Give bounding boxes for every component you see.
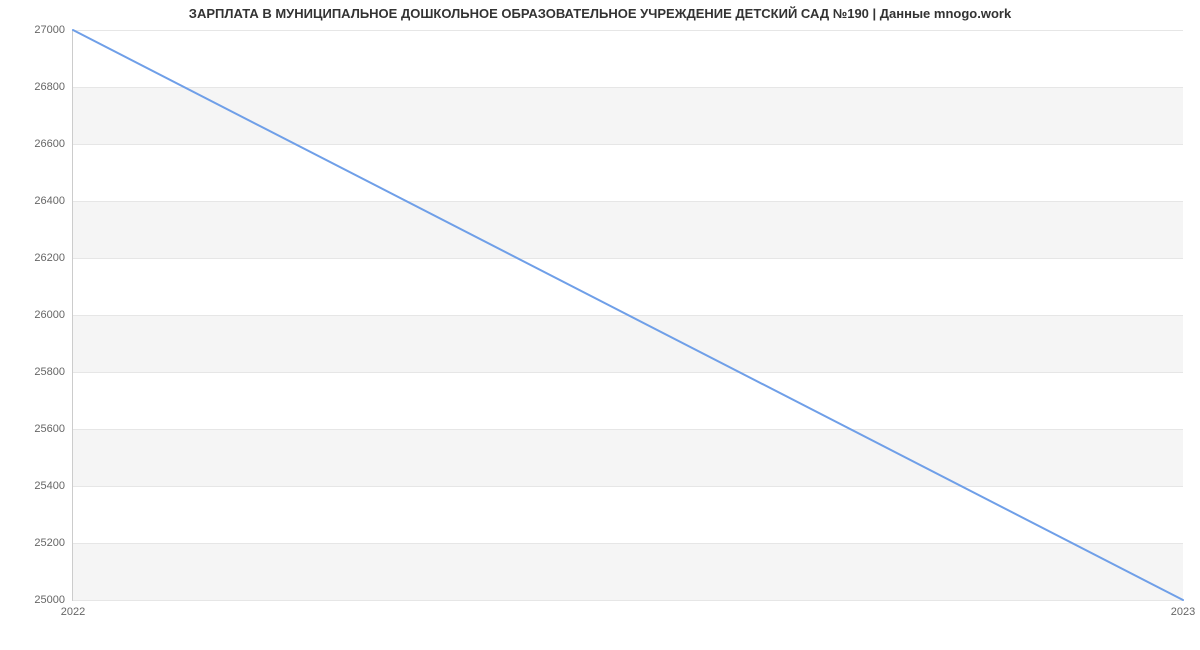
series-line	[73, 30, 1183, 600]
y-tick-label: 26400	[34, 195, 65, 207]
y-tick-label: 25200	[34, 537, 65, 549]
y-tick-label: 26000	[34, 309, 65, 321]
y-gridline	[73, 600, 1183, 601]
y-tick-label: 26200	[34, 252, 65, 264]
chart-container: ЗАРПЛАТА В МУНИЦИПАЛЬНОЕ ДОШКОЛЬНОЕ ОБРА…	[0, 0, 1200, 650]
x-tick-label: 2022	[61, 606, 85, 618]
y-tick-label: 26600	[34, 138, 65, 150]
y-tick-label: 25800	[34, 366, 65, 378]
y-tick-label: 27000	[34, 24, 65, 36]
y-tick-label: 25400	[34, 480, 65, 492]
y-tick-label: 25600	[34, 423, 65, 435]
y-tick-label: 26800	[34, 81, 65, 93]
y-tick-label: 25000	[34, 594, 65, 606]
chart-title: ЗАРПЛАТА В МУНИЦИПАЛЬНОЕ ДОШКОЛЬНОЕ ОБРА…	[0, 6, 1200, 21]
x-tick-label: 2023	[1171, 606, 1195, 618]
line-layer	[73, 30, 1183, 600]
plot-area: 2500025200254002560025800260002620026400…	[72, 30, 1183, 601]
